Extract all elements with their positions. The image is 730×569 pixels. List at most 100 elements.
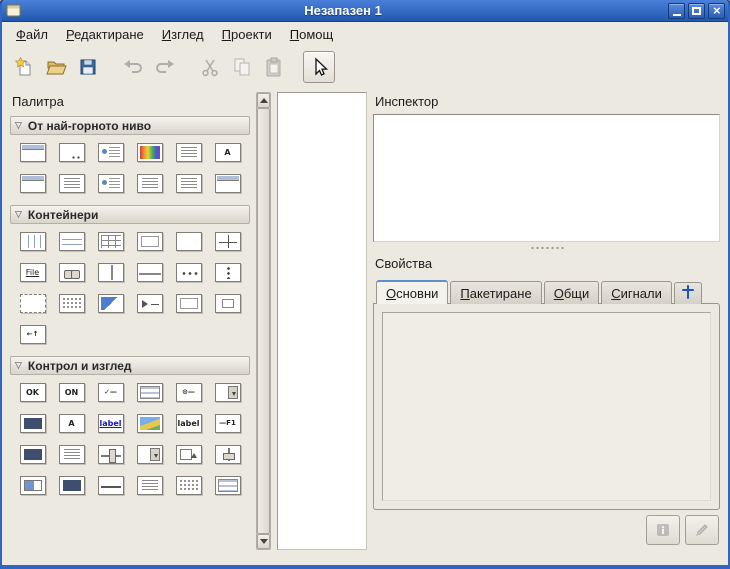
tab-common[interactable]: Общи	[544, 281, 600, 304]
palette-item-alignment[interactable]: ←↑	[13, 324, 52, 345]
pointer-icon	[308, 56, 330, 78]
cut-button[interactable]	[194, 51, 226, 83]
palette-item-menu-bar[interactable]: File	[13, 262, 52, 283]
menu-item-help[interactable]: Помощ	[281, 24, 342, 45]
palette-item-vpaned[interactable]	[130, 262, 169, 283]
file-chooser-dialog-icon	[59, 174, 85, 193]
right-panel: Инспектор Свойства ОсновниПакетиранеОбщи…	[373, 92, 720, 550]
palette-item-check-button[interactable]: ✓—	[91, 382, 130, 403]
palette-item-radio-button[interactable]: ⊙—	[169, 382, 208, 403]
palette-item-message-dialog[interactable]	[91, 142, 130, 163]
palette-item-toolbar[interactable]	[52, 262, 91, 283]
palette-item-image[interactable]	[130, 413, 169, 434]
palette-item-vbox[interactable]	[13, 231, 52, 252]
palette-item-vbutton-box[interactable]	[208, 262, 247, 283]
palette-item-icon-view[interactable]	[169, 475, 208, 496]
palette-item-font-button[interactable]: A	[52, 413, 91, 434]
palette-item-table[interactable]	[91, 231, 130, 252]
menu-item-view[interactable]: Изглед	[153, 24, 213, 45]
palette-item-input-dialog[interactable]	[13, 173, 52, 194]
palette-item-fixed[interactable]	[208, 231, 247, 252]
palette-item-about-dialog[interactable]: A	[208, 142, 247, 163]
palette-item-tree-view[interactable]	[208, 475, 247, 496]
palette-item-scrolled-window[interactable]	[91, 293, 130, 314]
pointer-button[interactable]	[303, 51, 335, 83]
tab-signals[interactable]: Сигнали	[601, 281, 672, 304]
palette-item-file-selection[interactable]	[130, 173, 169, 194]
palette-item-hpaned[interactable]	[91, 262, 130, 283]
palette-item-button[interactable]: OK	[13, 382, 52, 403]
palette-item-expander[interactable]	[130, 293, 169, 314]
scrollbar-track[interactable]	[257, 108, 270, 534]
scroll-down-button[interactable]	[257, 534, 270, 549]
edit-button[interactable]	[685, 515, 719, 545]
palette-item-notebook[interactable]	[169, 231, 208, 252]
palette-item-color-selection-dialog[interactable]	[130, 142, 169, 163]
palette-item-hscale[interactable]	[91, 444, 130, 465]
scroll-up-button[interactable]	[257, 93, 270, 108]
palette-item-combo-box[interactable]	[130, 444, 169, 465]
palette-item-progress-bar[interactable]	[13, 475, 52, 496]
inspector-tree[interactable]	[373, 114, 720, 242]
palette-item-radio-group[interactable]	[130, 382, 169, 403]
palette-section-header[interactable]: ▽Контейнери	[10, 205, 250, 224]
palette-item-hbox[interactable]	[52, 231, 91, 252]
palette-item-font-selection-dialog[interactable]	[169, 142, 208, 163]
menu-item-projects[interactable]: Проекти	[213, 24, 281, 45]
link-button-glyph-text: label	[99, 420, 121, 428]
palette-item-layout[interactable]	[52, 293, 91, 314]
palette-item-hseparator[interactable]	[91, 475, 130, 496]
maximize-button[interactable]	[688, 3, 705, 19]
palette-item-vscale[interactable]	[208, 444, 247, 465]
palette-item-toggle-button[interactable]: ON	[52, 382, 91, 403]
open-button[interactable]	[40, 51, 72, 83]
palette-item-spin-button[interactable]	[169, 444, 208, 465]
redo-button[interactable]	[149, 51, 181, 83]
palette-item-hbutton-box[interactable]	[169, 262, 208, 283]
save-button[interactable]	[72, 51, 104, 83]
palette-item-recent-chooser-dialog[interactable]	[91, 173, 130, 194]
palette-item-label[interactable]: label	[169, 413, 208, 434]
new-button[interactable]	[8, 51, 40, 83]
palette-item-link-button[interactable]: label	[91, 413, 130, 434]
palette-item-frame[interactable]	[130, 231, 169, 252]
paste-button[interactable]	[258, 51, 290, 83]
icon-view-icon	[176, 476, 202, 495]
palette-item-text-view[interactable]	[52, 444, 91, 465]
palette-item-menu[interactable]	[130, 475, 169, 496]
palette-item-statusbar[interactable]	[52, 475, 91, 496]
palette-item-dialog[interactable]	[52, 142, 91, 163]
titlebar[interactable]: Незапазен 1	[2, 0, 728, 22]
palette-item-aspect-frame[interactable]	[208, 293, 247, 314]
palette-item-file-chooser-button[interactable]	[208, 382, 247, 403]
button-glyph-text: OK	[26, 389, 39, 397]
copy-button[interactable]	[226, 51, 258, 83]
palette-item-window[interactable]	[13, 142, 52, 163]
palette-section-header[interactable]: ▽От най-горното ниво	[10, 116, 250, 135]
palette-item-file-chooser-dialog[interactable]	[52, 173, 91, 194]
close-button[interactable]	[708, 3, 725, 19]
undo-button[interactable]	[117, 51, 149, 83]
properties-notebook	[373, 303, 720, 510]
menu-item-edit[interactable]: Редактиране	[57, 24, 153, 45]
tab-general[interactable]: Основни	[376, 280, 448, 304]
palette-item-color-selection[interactable]	[169, 173, 208, 194]
layout-icon	[59, 294, 85, 313]
palette-item-handle-box[interactable]	[13, 293, 52, 314]
pane-resize-handle[interactable]	[373, 242, 720, 254]
info-button[interactable]	[646, 515, 680, 545]
window-menu-icon[interactable]	[5, 3, 21, 19]
tab-accessibility[interactable]	[674, 282, 702, 304]
palette-section-header[interactable]: ▽Контрол и изглед	[10, 356, 250, 375]
palette-item-combo-box-entry[interactable]	[13, 444, 52, 465]
tab-packing[interactable]: Пакетиране	[450, 281, 541, 304]
scrollbar-thumb[interactable]	[257, 108, 270, 534]
design-canvas[interactable]	[277, 92, 367, 550]
palette-item-accel-label[interactable]: —F1	[208, 413, 247, 434]
palette-item-viewport[interactable]	[169, 293, 208, 314]
link-button-icon: label	[98, 414, 124, 433]
palette-item-assistant[interactable]	[208, 173, 247, 194]
menu-item-file[interactable]: Файл	[7, 24, 57, 45]
palette-item-entry[interactable]	[13, 413, 52, 434]
minimize-button[interactable]	[668, 3, 685, 19]
